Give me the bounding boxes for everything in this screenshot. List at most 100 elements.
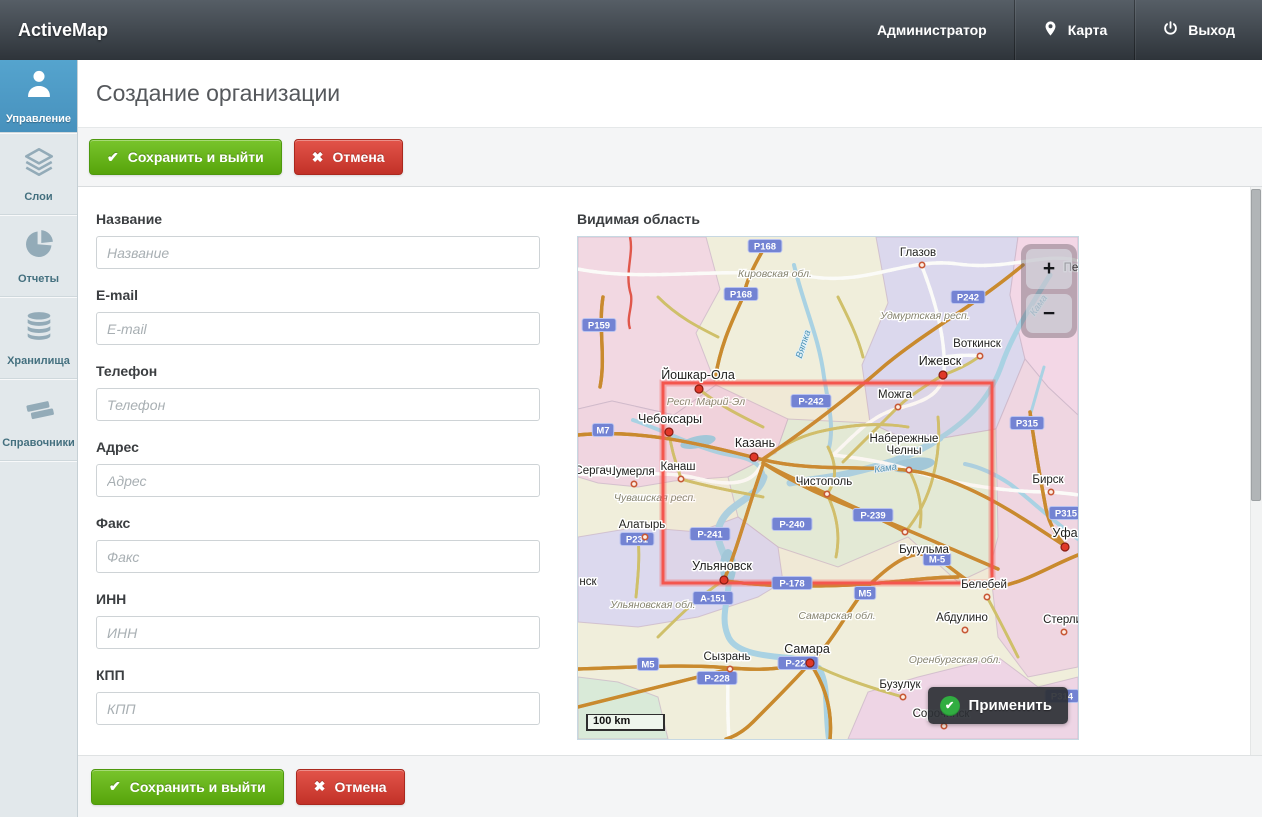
road-badge-label: Р168 — [754, 242, 776, 253]
town-label: Чистополь — [796, 476, 852, 488]
layers-icon — [22, 145, 56, 184]
title-bar: Создание организации — [78, 60, 1262, 128]
database-icon — [22, 309, 56, 348]
form-row: ИНН — [96, 591, 540, 649]
map-pin-icon — [1042, 20, 1059, 40]
field-label: ИНН — [96, 591, 540, 607]
field-label: Телефон — [96, 363, 540, 379]
pie-chart-icon — [22, 227, 56, 266]
top-toolbar: ✔ Сохранить и выйти ✖ Отмена — [78, 128, 1262, 187]
zoom-in-button[interactable]: + — [1026, 249, 1072, 289]
current-user: Администратор — [850, 0, 1014, 60]
person-icon — [22, 67, 56, 106]
road-badge-label: М-5 — [929, 555, 946, 566]
name-field[interactable] — [96, 236, 540, 269]
town-label: Воткинск — [953, 338, 1002, 350]
logout-link[interactable]: Выход — [1135, 0, 1262, 60]
form-row: Название — [96, 211, 540, 269]
form-row: Адрес — [96, 439, 540, 497]
phone-field[interactable] — [96, 388, 540, 421]
save-button-label: Сохранить и выйти — [128, 149, 264, 165]
scrollbar-thumb[interactable] — [1251, 189, 1261, 501]
current-user-label: Администратор — [877, 22, 987, 38]
town-dot — [962, 627, 967, 632]
town-label: Можга — [878, 389, 913, 401]
sidebar-item-storages[interactable]: Хранилища — [0, 297, 77, 379]
town-dot — [824, 491, 829, 496]
city-dot — [695, 385, 703, 393]
inn-field[interactable] — [96, 616, 540, 649]
address-field[interactable] — [96, 464, 540, 497]
visible-area-label: Видимая область — [577, 211, 1079, 227]
town-label: Шумерля — [605, 466, 654, 478]
sidebar-item-reports[interactable]: Отчеты — [0, 215, 77, 297]
town-label: Сергач — [578, 465, 612, 477]
map-graphic: Кировская обл.Удмуртская респ.Респ. Мари… — [578, 237, 1078, 739]
city-dot — [1061, 543, 1069, 551]
city-label: Самара — [784, 642, 830, 656]
apply-check-icon: ✔ — [940, 696, 960, 716]
save-and-exit-button-bottom[interactable]: ✔ Сохранить и выйти — [91, 769, 284, 805]
city-dot — [939, 371, 947, 379]
city-label: Чебоксары — [638, 412, 702, 426]
road-badge-label: Р-239 — [860, 511, 885, 522]
city-dot — [806, 659, 814, 667]
road-badge-label: Р-242 — [798, 397, 823, 408]
town-label: Бугульма — [899, 544, 949, 556]
town-label: Челны — [886, 445, 921, 457]
map-link[interactable]: Карта — [1015, 0, 1135, 60]
cancel-button-label: Отмена — [332, 149, 384, 165]
kpp-field[interactable] — [96, 692, 540, 725]
road-badge-label: Р-241 — [697, 530, 723, 541]
town-dot — [984, 594, 989, 599]
map-link-label: Карта — [1068, 22, 1108, 38]
town-dot — [727, 666, 732, 671]
town-label: Бузулук — [879, 679, 921, 691]
field-label: Название — [96, 211, 540, 227]
town-label: Канаш — [660, 461, 695, 473]
email-field[interactable] — [96, 312, 540, 345]
town-label: Стерлитамак — [1043, 614, 1078, 626]
form-row: E-mail — [96, 287, 540, 345]
town-label: Белебей — [961, 579, 1007, 591]
sidebar-item-directories[interactable]: Справочники — [0, 379, 77, 461]
town-dot — [919, 262, 924, 267]
sidebar-item-label: Хранилища — [7, 355, 70, 367]
save-and-exit-button[interactable]: ✔ Сохранить и выйти — [89, 139, 282, 175]
road-badge-label: Р242 — [957, 293, 979, 304]
map-canvas[interactable]: Кировская обл.Удмуртская респ.Респ. Мари… — [577, 236, 1079, 740]
visible-area-section: Видимая область — [577, 211, 1079, 740]
road-badge-label: Р159 — [588, 321, 610, 332]
sidebar-item-layers[interactable]: Слои — [0, 133, 77, 215]
apply-button[interactable]: ✔ Применить — [928, 687, 1068, 724]
organization-form: Название E-mail Телефон Адрес Факс ИНН К… — [96, 211, 540, 743]
sidebar-item-label: Справочники — [2, 437, 75, 449]
x-icon: ✖ — [314, 778, 326, 795]
vertical-scrollbar — [1250, 187, 1262, 756]
city-dot — [750, 453, 758, 461]
logout-label: Выход — [1188, 22, 1235, 38]
top-nav: Администратор Карта Выход — [850, 0, 1262, 60]
fax-field[interactable] — [96, 540, 540, 573]
road-badge-label: Р-240 — [779, 520, 804, 531]
road-badge-label: Р168 — [730, 290, 752, 301]
books-icon — [22, 391, 56, 430]
road-badge-label: М5 — [641, 660, 655, 671]
cancel-button[interactable]: ✖ Отмена — [294, 139, 403, 175]
cancel-button-bottom[interactable]: ✖ Отмена — [296, 769, 405, 805]
sidebar-item-label: Слои — [24, 191, 52, 203]
check-icon: ✔ — [109, 778, 121, 795]
road-badge-label: Р315 — [1055, 509, 1078, 520]
town-dot — [902, 529, 907, 534]
zoom-out-button[interactable]: − — [1026, 294, 1072, 334]
city-dot — [665, 428, 673, 436]
town-dot — [977, 353, 982, 358]
road-badge-label: Р315 — [1016, 419, 1039, 430]
town-label: Абдулино — [936, 612, 988, 624]
region-label: Кировская обл. — [738, 268, 812, 280]
sidebar-item-management[interactable]: Управление — [0, 60, 77, 133]
field-label: Адрес — [96, 439, 540, 455]
town-label: Алатырь — [619, 519, 665, 531]
city-label: Ижевск — [919, 354, 962, 368]
check-icon: ✔ — [107, 149, 119, 166]
